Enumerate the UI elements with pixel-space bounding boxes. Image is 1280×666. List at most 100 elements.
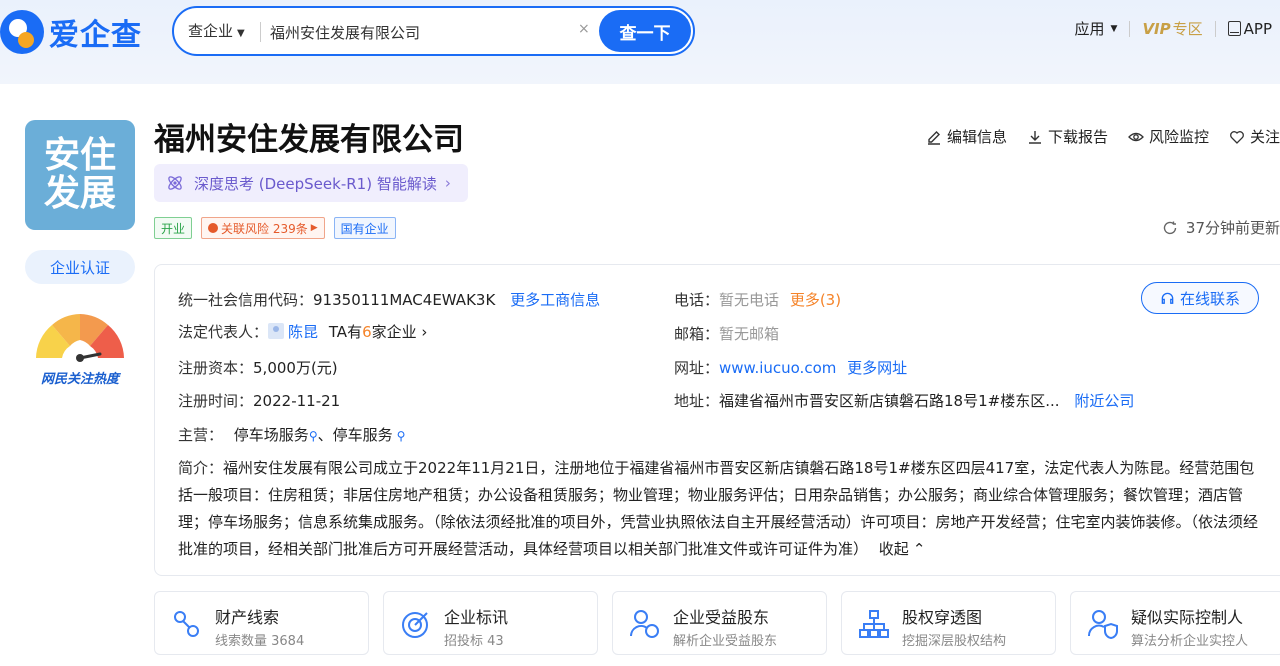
pencil-icon: [927, 130, 940, 145]
tile-equity-chart[interactable]: 股权穿透图 挖掘深层股权结构: [841, 591, 1056, 655]
company-logo-line2: 发展: [43, 173, 116, 214]
email-value: 暂无邮箱: [719, 325, 780, 343]
business-item-2[interactable]: 停车服务: [333, 426, 393, 444]
capital-row: 注册资本：5,000万(元): [178, 357, 338, 378]
top-header: 爱企查 查企业▼ × 查一下 应用 ▼ VIP专区 APP: [0, 0, 1280, 84]
ai-analysis-label: 深度思考 (DeepSeek-R1) 智能解读: [194, 174, 437, 193]
tile-beneficiary[interactable]: 企业受益股东 解析企业受益股东: [612, 591, 827, 655]
vip-zone-link[interactable]: VIP 专区: [1142, 18, 1202, 39]
update-time: 37分钟前更新: [1185, 219, 1280, 237]
search-bar: 查企业▼ × 查一下: [172, 6, 695, 56]
phone-more-link[interactable]: 更多(3): [790, 291, 841, 309]
search-divider: [260, 22, 261, 42]
download-report-button[interactable]: 下载报告: [1027, 126, 1108, 147]
logo-text: 爱企查: [49, 18, 142, 53]
chevron-right-icon: ›: [416, 323, 428, 341]
vip-label: VIP: [1142, 19, 1171, 38]
capital-value: 5,000万(元): [253, 359, 338, 377]
follow-label: 关注: [1249, 128, 1280, 146]
app-link[interactable]: APP: [1227, 20, 1272, 38]
beneficiary-icon: [630, 610, 659, 638]
more-websites-link[interactable]: 更多网址: [847, 359, 907, 377]
phone-label: 电话：: [674, 291, 720, 309]
business-separator: 、: [317, 426, 333, 444]
collapse-button[interactable]: 收起 ⌃: [879, 540, 926, 558]
tile-title: 疑似实际控制人: [1131, 608, 1244, 627]
feature-tiles: 财产线索 线索数量 3684 企业标讯 招投标 43 企业受益股东 解析企业受益…: [154, 591, 1280, 655]
risk-tag[interactable]: 关联风险 239条 ▶: [201, 217, 325, 239]
mobile-app-icon: [1227, 21, 1241, 36]
person-avatar-icon: [268, 323, 285, 339]
email-row: 邮箱：暂无邮箱: [674, 323, 779, 344]
apps-menu[interactable]: 应用 ▼: [1075, 18, 1118, 39]
company-logo-line1: 安住: [43, 135, 116, 176]
legal-rep-link[interactable]: 陈昆: [288, 323, 318, 341]
nav-divider: [1129, 20, 1131, 37]
legal-rep-label: 法定代表人：: [178, 323, 269, 341]
company-actions: 编辑信息 下载报告 风险监控 关注: [926, 126, 1280, 147]
ai-analysis-button[interactable]: 深度思考 (DeepSeek-R1) 智能解读 ›: [154, 164, 468, 202]
tile-actual-controller[interactable]: 疑似实际控制人 算法分析企业实控人: [1070, 591, 1280, 655]
business-item-1[interactable]: 停车场服务: [234, 426, 309, 444]
credit-code-label: 统一社会信用代码：: [178, 291, 314, 309]
company-tags: 开业 关联风险 239条 ▶ 国有企业: [154, 217, 396, 239]
reg-date-label: 注册时间：: [178, 392, 254, 410]
address-value: 福建省福州市晋安区新店镇磐石路18号1#楼东区...: [719, 392, 1060, 410]
edit-info-button[interactable]: 编辑信息: [926, 126, 1007, 147]
companies-count: 6: [362, 323, 372, 341]
tile-title: 股权穿透图: [902, 608, 983, 627]
search-icon[interactable]: ⚲: [309, 429, 318, 443]
company-name: 福州安住发展有限公司: [154, 122, 464, 158]
legal-rep-row: 法定代表人： 陈昆 TA有6家企业 ›: [178, 321, 427, 342]
nearby-companies-link[interactable]: 附近公司: [1074, 392, 1134, 410]
update-status[interactable]: 37分钟前更新: [1162, 217, 1280, 238]
online-contact-button[interactable]: 在线联系: [1141, 282, 1259, 314]
tile-bid-info[interactable]: 企业标讯 招投标 43: [383, 591, 598, 655]
companies-prefix: TA有: [328, 323, 363, 341]
apps-label: 应用: [1074, 20, 1105, 38]
property-clue-icon: [174, 611, 199, 637]
controller-icon: [1087, 610, 1119, 640]
headset-icon: [1161, 292, 1174, 304]
company-main: 安住 发展 企业认证 网民关注热度 福州安住发展有限公司 深度思考 (DeepS…: [0, 84, 1280, 666]
nav-divider: [1214, 20, 1216, 37]
website-label: 网址：: [674, 359, 720, 377]
desc-text: 福州安住发展有限公司成立于2022年11月21日，注册地位于福建省福州市晋安区新…: [178, 459, 1259, 558]
tile-title: 企业标讯: [444, 608, 509, 627]
risk-tag-label: 关联风险 239条: [221, 221, 308, 236]
enterprise-cert-button[interactable]: 企业认证: [25, 250, 135, 284]
reg-date-row: 注册时间：2022-11-21: [178, 390, 340, 411]
chevron-up-icon: ⌃: [912, 540, 926, 558]
atom-icon: [168, 176, 182, 190]
refresh-icon: [1163, 221, 1177, 234]
search-type-dropdown[interactable]: 查企业 ▼: [188, 20, 245, 41]
business-row: 主营： 停车场服务⚲、停车服务 ⚲: [178, 424, 405, 445]
clear-icon[interactable]: ×: [578, 21, 590, 37]
warning-icon: [208, 223, 219, 233]
risk-monitor-label: 风险监控: [1148, 128, 1209, 146]
caret-down-icon: ▼: [237, 28, 245, 39]
chevron-right-icon: ›: [444, 174, 451, 192]
phone-row: 电话：暂无电话 更多(3): [674, 289, 841, 310]
eye-icon: [1128, 132, 1144, 141]
companies-suffix: 家企业: [371, 323, 417, 341]
search-input[interactable]: [270, 18, 570, 46]
risk-monitor-button[interactable]: 风险监控: [1128, 126, 1209, 147]
caret-down-icon: ▼: [1110, 23, 1118, 34]
email-label: 邮箱：: [674, 325, 720, 343]
tile-sub: 挖掘深层股权结构: [902, 634, 1007, 649]
download-icon: [1028, 130, 1041, 144]
tile-sub: 招投标 43: [444, 634, 504, 649]
follow-button[interactable]: 关注: [1229, 126, 1280, 147]
vip-sub-label: 专区: [1172, 20, 1203, 38]
search-icon[interactable]: ⚲: [397, 429, 406, 443]
tile-property-clue[interactable]: 财产线索 线索数量 3684: [154, 591, 369, 655]
website-link[interactable]: www.iucuo.com: [719, 359, 836, 377]
download-report-label: 下载报告: [1047, 128, 1108, 146]
bid-target-icon: [402, 612, 428, 638]
legal-rep-companies[interactable]: TA有6家企业 ›: [329, 323, 428, 341]
more-business-info-link[interactable]: 更多工商信息: [510, 291, 600, 309]
search-button[interactable]: 查一下: [599, 10, 691, 52]
reg-date-value: 2022-11-21: [253, 392, 341, 410]
site-logo[interactable]: 爱企查: [0, 6, 150, 58]
